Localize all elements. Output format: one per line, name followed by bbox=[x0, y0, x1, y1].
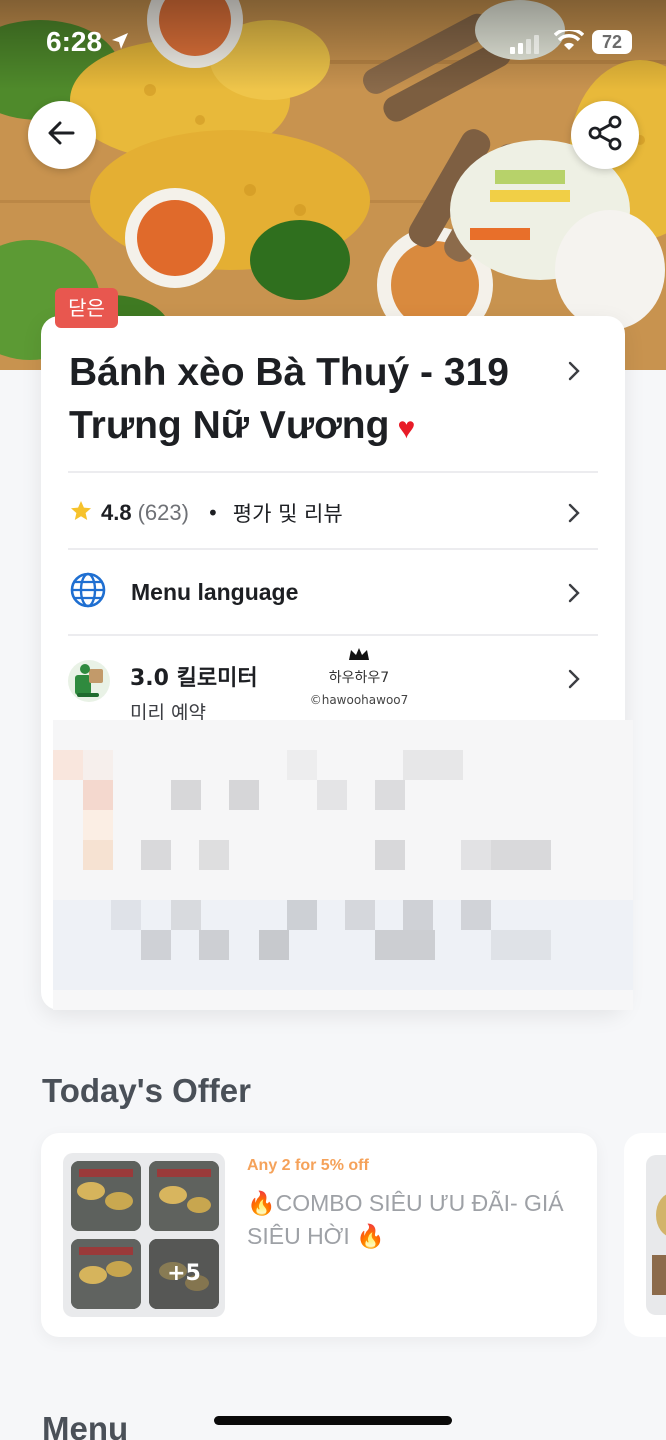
watermark-handle: ©hawoohawoo7 bbox=[309, 693, 409, 707]
offer-card[interactable]: +5 Any 2 for 5% off 🔥COMBO SIÊU ƯU ĐÃI- … bbox=[41, 1133, 597, 1337]
divider bbox=[68, 471, 598, 473]
menu-language-row[interactable]: Menu language bbox=[69, 572, 298, 612]
todays-offer-title: Today's Offer bbox=[42, 1072, 251, 1109]
chevron-right-icon bbox=[567, 502, 581, 528]
arrow-left-icon bbox=[45, 116, 79, 154]
favorite-heart-icon[interactable]: ♥ bbox=[397, 412, 415, 445]
offer-thumbnail bbox=[71, 1239, 141, 1309]
delivery-rider-icon[interactable] bbox=[67, 659, 111, 707]
status-bar: 6:28 72 bbox=[0, 0, 666, 84]
distance-value: 3.0 킬로미터 bbox=[130, 666, 258, 691]
separator-dot: • bbox=[206, 501, 219, 525]
divider bbox=[68, 634, 598, 636]
share-button[interactable] bbox=[571, 101, 639, 169]
chevron-right-icon bbox=[567, 668, 581, 694]
next-offer-card[interactable] bbox=[624, 1133, 666, 1337]
wifi-icon bbox=[553, 27, 585, 56]
obscured-content bbox=[53, 720, 633, 1010]
offer-title: 🔥COMBO SIÊU ƯU ĐÃI- GIÁ SIÊU HỜI 🔥 bbox=[247, 1190, 564, 1249]
offer-promo-label: Any 2 for 5% off bbox=[247, 1157, 369, 1174]
rating-value: 4.8 bbox=[101, 500, 132, 525]
watermark: 하우하우7 ©hawoohawoo7 bbox=[304, 646, 414, 707]
offer-thumbnail bbox=[149, 1161, 219, 1231]
more-images-count: +5 bbox=[149, 1239, 219, 1309]
restaurant-info-card: Bánh xèo Bà Thuý - 319 Trưng Nữ Vương ♥ 4… bbox=[41, 316, 633, 1010]
location-arrow-icon bbox=[110, 31, 130, 55]
globe-icon bbox=[69, 571, 107, 613]
closed-status-badge: 닫은 bbox=[55, 288, 118, 328]
menu-section-title: Menu bbox=[42, 1410, 129, 1440]
watermark-name: 하우하우7 bbox=[328, 670, 390, 686]
share-icon bbox=[585, 113, 625, 157]
home-indicator[interactable] bbox=[214, 1416, 452, 1425]
rating-row[interactable]: 4.8 (623) • 평가 및 리뷰 bbox=[69, 496, 343, 530]
crown-icon bbox=[304, 646, 414, 665]
reviews-link: 평가 및 리뷰 bbox=[232, 502, 343, 526]
battery-indicator: 72 bbox=[592, 30, 632, 54]
rating-count: (623) bbox=[137, 500, 189, 525]
offer-thumbnail-grid: +5 bbox=[63, 1153, 225, 1317]
chevron-right-icon bbox=[567, 582, 581, 608]
chevron-right-icon bbox=[567, 360, 581, 386]
restaurant-name-row[interactable]: Bánh xèo Bà Thuý - 319 Trưng Nữ Vương ♥ bbox=[69, 346, 539, 455]
menu-language-label: Menu language bbox=[131, 578, 299, 605]
status-time: 6:28 bbox=[46, 26, 103, 57]
restaurant-name: Bánh xèo Bà Thuý - 319 Trưng Nữ Vương bbox=[69, 351, 509, 447]
divider bbox=[68, 548, 598, 550]
offer-thumbnail bbox=[71, 1161, 141, 1231]
restaurant-page: 6:28 72 닫은 Bánh xèo Bà Thuý - 319 Trưng … bbox=[0, 0, 666, 1440]
back-button[interactable] bbox=[28, 101, 96, 169]
cellular-signal-icon bbox=[510, 34, 540, 58]
star-icon bbox=[69, 499, 93, 527]
